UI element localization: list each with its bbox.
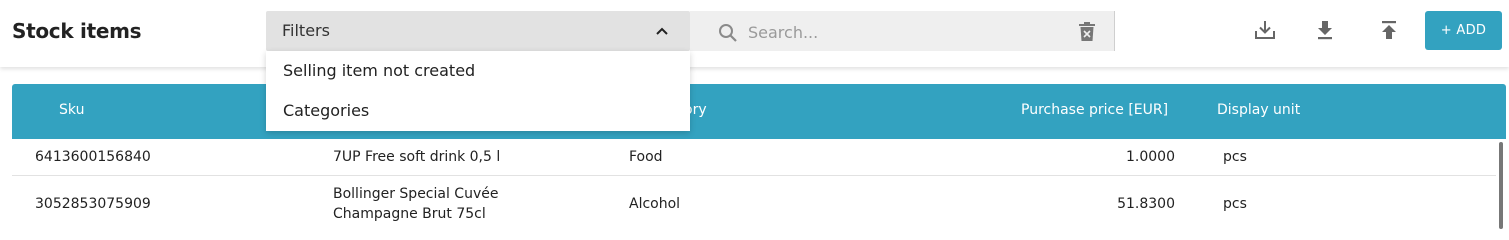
- table-header: Sku ory Purchase price [EUR] Display uni…: [12, 84, 1506, 139]
- cell-name: Bollinger Special Cuvée: [333, 186, 499, 202]
- cell-price: 1.0000: [1126, 149, 1175, 165]
- table-scrollbar[interactable]: [1499, 142, 1503, 229]
- cell-sku: 6413600156840: [35, 149, 151, 165]
- top-bar: Stock items Filters + ADD: [0, 0, 1509, 67]
- search-icon: [719, 24, 737, 42]
- stock-items-table: Sku ory Purchase price [EUR] Display uni…: [12, 84, 1506, 229]
- cell-price: 51.8300: [1117, 196, 1175, 212]
- page-title: Stock items: [12, 19, 142, 43]
- column-header-purchase-price[interactable]: Purchase price [EUR]: [1021, 102, 1168, 118]
- add-button[interactable]: + ADD: [1425, 11, 1502, 50]
- table-row[interactable]: 3052853075909 Bollinger Special Cuvée Ch…: [12, 176, 1496, 229]
- cell-category: Food: [629, 149, 663, 165]
- cell-sku: 3052853075909: [35, 196, 151, 212]
- clear-search-icon[interactable]: [1078, 22, 1096, 42]
- column-header-sku[interactable]: Sku: [59, 102, 84, 118]
- filters-toggle[interactable]: Filters: [266, 11, 690, 51]
- upload-arrow-icon[interactable]: [1377, 18, 1401, 42]
- filter-option-selling-item-not-created[interactable]: Selling item not created: [283, 61, 475, 80]
- cell-name-line2: Champagne Brut 75cl: [333, 206, 486, 222]
- cell-unit: pcs: [1223, 196, 1247, 212]
- download-arrow-icon[interactable]: [1313, 18, 1337, 42]
- cell-name: 7UP Free soft drink 0,5 l: [333, 149, 501, 165]
- search-box: [690, 11, 1115, 51]
- tray-download-icon[interactable]: [1253, 18, 1277, 42]
- search-input[interactable]: [748, 19, 1068, 45]
- column-header-display-unit[interactable]: Display unit: [1217, 102, 1300, 118]
- filters-dropdown: Selling item not created Categories: [266, 51, 690, 131]
- table-row[interactable]: 6413600156840 7UP Free soft drink 0,5 l …: [12, 139, 1496, 176]
- chevron-up-icon: [656, 27, 668, 35]
- filter-option-categories[interactable]: Categories: [283, 101, 369, 120]
- filters-label: Filters: [282, 21, 330, 40]
- cell-unit: pcs: [1223, 149, 1247, 165]
- cell-category: Alcohol: [629, 196, 681, 212]
